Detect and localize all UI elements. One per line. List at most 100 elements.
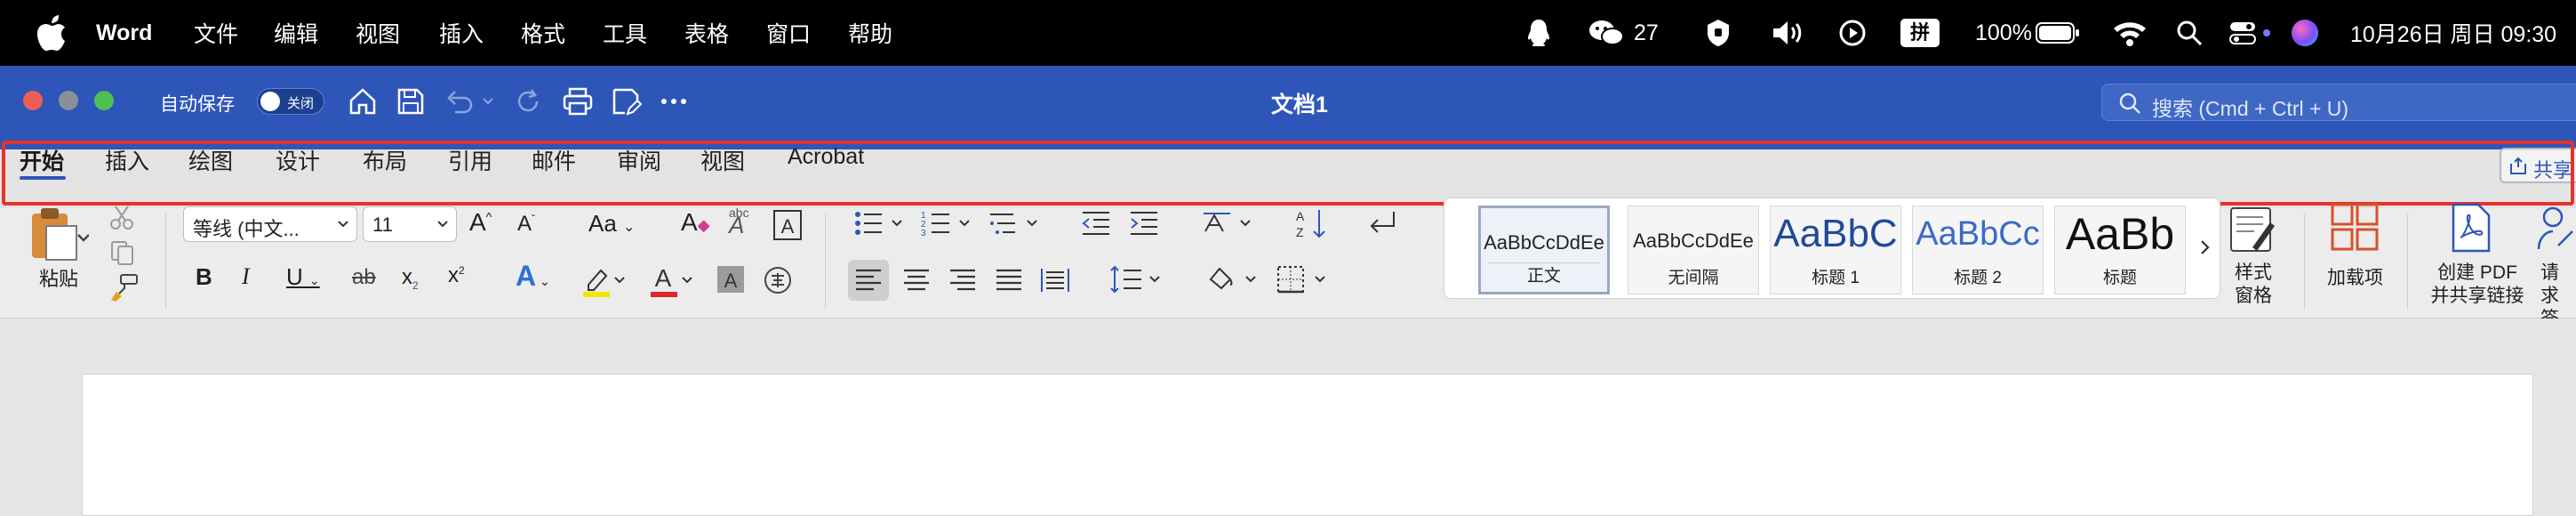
chevron-down-icon: ⌄ xyxy=(623,220,636,235)
chevron-down-icon: ⌄ xyxy=(309,273,320,287)
request-signature-icon[interactable] xyxy=(2535,201,2576,254)
strikethrough-button[interactable]: ab xyxy=(352,265,376,290)
home-icon[interactable] xyxy=(347,85,379,117)
distributed-align-icon[interactable] xyxy=(1035,260,1076,301)
addins-icon[interactable] xyxy=(2329,201,2380,254)
menu-help[interactable]: 帮助 xyxy=(848,0,892,66)
wechat-icon[interactable] xyxy=(1588,0,1625,66)
shading-icon[interactable] xyxy=(1205,262,1262,297)
svg-text:A: A xyxy=(1296,209,1305,223)
menu-table[interactable]: 表格 xyxy=(684,0,729,66)
create-pdf-icon[interactable] xyxy=(2446,201,2498,254)
apple-icon[interactable] xyxy=(36,14,68,52)
cut-icon[interactable] xyxy=(108,205,135,231)
change-case-button[interactable]: Aa ⌄ xyxy=(588,210,635,238)
save-icon[interactable] xyxy=(395,85,427,117)
style-no-spacing[interactable]: AaBbCcDdEe 无间隔 xyxy=(1628,206,1759,294)
ribbon-separator xyxy=(2304,214,2305,310)
addins-label: 加载项 xyxy=(2327,268,2383,288)
save-as-icon[interactable] xyxy=(610,85,642,117)
justify-icon[interactable] xyxy=(988,260,1029,301)
show-formatting-marks-icon[interactable] xyxy=(1365,208,1401,238)
font-color-icon[interactable]: A xyxy=(649,263,693,299)
input-method-icon[interactable]: 拼 xyxy=(1900,0,1940,66)
format-painter-icon[interactable] xyxy=(108,272,139,302)
clear-formatting-icon[interactable]: A◆ xyxy=(681,208,710,237)
control-center-icon[interactable] xyxy=(2229,0,2256,66)
text-effects-icon[interactable]: A ⌄ xyxy=(516,260,550,293)
qq-icon[interactable] xyxy=(1525,0,1552,66)
battery-icon[interactable] xyxy=(2036,0,2080,66)
underline-button[interactable]: U ⌄ xyxy=(286,263,320,291)
align-center-icon[interactable] xyxy=(896,260,937,301)
sort-icon[interactable]: AZ xyxy=(1294,206,1328,242)
siri-icon[interactable] xyxy=(2292,0,2318,66)
minimize-window-button[interactable] xyxy=(59,91,78,110)
autosave-toggle[interactable]: 关闭 xyxy=(257,88,324,115)
align-right-icon[interactable] xyxy=(942,260,983,301)
copy-icon[interactable] xyxy=(108,238,137,267)
increase-font-size-icon[interactable]: A^ xyxy=(469,208,492,237)
search-field[interactable]: 搜索 (Cmd + Ctrl + U) xyxy=(2101,84,2576,121)
print-icon[interactable] xyxy=(562,85,594,117)
datetime[interactable]: 10月26日 周日 09:30 xyxy=(2350,0,2556,66)
menu-file[interactable]: 文件 xyxy=(194,0,238,66)
redo-icon[interactable] xyxy=(512,85,544,117)
italic-button[interactable]: I xyxy=(242,263,250,290)
volume-icon[interactable] xyxy=(1771,0,1806,66)
menu-format[interactable]: 格式 xyxy=(521,0,565,66)
paste-icon[interactable] xyxy=(27,206,89,262)
chevron-down-icon: ⌄ xyxy=(536,274,550,288)
borders-icon[interactable] xyxy=(1275,262,1332,297)
increase-indent-icon[interactable] xyxy=(1129,210,1159,237)
highlight-color-icon[interactable] xyxy=(581,263,626,299)
svg-text:A: A xyxy=(724,270,738,292)
text-direction-icon[interactable] xyxy=(1202,208,1259,238)
menu-tools[interactable]: 工具 xyxy=(603,0,647,66)
style-title[interactable]: AaBb 标题 xyxy=(2054,206,2186,294)
font-size-value: 11 xyxy=(372,214,393,236)
style-heading-2[interactable]: AaBbCc 标题 2 xyxy=(1912,206,2044,294)
menu-bar: Word 文件 编辑 视图 插入 格式 工具 表格 窗口 帮助 27 拼 100… xyxy=(0,0,2576,66)
menu-app-word[interactable]: Word xyxy=(96,0,152,66)
align-left-button[interactable] xyxy=(848,260,889,301)
character-shading-icon[interactable]: A xyxy=(716,265,745,294)
style-normal[interactable]: AaBbCcDdEe 正文 xyxy=(1478,206,1610,294)
undo-dropdown-chevron-icon[interactable] xyxy=(480,85,496,117)
more-options-icon[interactable] xyxy=(658,85,690,117)
font-name-dropdown[interactable]: 等线 (中文... xyxy=(183,206,357,242)
style-heading-1[interactable]: AaBbC 标题 1 xyxy=(1770,206,1901,294)
play-icon[interactable] xyxy=(1838,0,1867,66)
phonetic-guide-icon[interactable]: abc A xyxy=(729,206,749,237)
menu-view[interactable]: 视图 xyxy=(356,0,400,66)
styles-next-chevron-icon[interactable] xyxy=(2196,234,2214,261)
shield-icon[interactable] xyxy=(1705,0,1732,66)
close-window-button[interactable] xyxy=(23,91,43,110)
chevron-down-icon xyxy=(338,221,348,228)
decrease-indent-icon[interactable] xyxy=(1081,210,1111,237)
autosave-state: 关闭 xyxy=(287,96,315,111)
menu-window[interactable]: 窗口 xyxy=(766,0,811,66)
styles-pane-icon[interactable] xyxy=(2226,203,2279,256)
line-spacing-icon[interactable] xyxy=(1109,262,1166,297)
undo-icon[interactable] xyxy=(443,85,475,117)
decrease-font-size-icon[interactable]: Aˇ xyxy=(517,212,535,237)
multilevel-list-icon[interactable] xyxy=(988,208,1042,238)
menu-edit[interactable]: 编辑 xyxy=(274,0,318,66)
zoom-window-button[interactable] xyxy=(94,91,114,110)
document-page[interactable] xyxy=(82,374,2533,516)
numbering-icon[interactable]: 123 xyxy=(921,208,974,238)
superscript-button[interactable]: x2 xyxy=(448,263,465,288)
menu-insert[interactable]: 插入 xyxy=(439,0,484,66)
enclose-characters-icon[interactable] xyxy=(763,265,793,295)
subscript-button[interactable]: x2 xyxy=(402,265,419,292)
create-pdf-label: 创建 PDF 并共享链接 xyxy=(2430,262,2524,306)
font-size-dropdown[interactable]: 11 xyxy=(363,206,457,242)
styles-gallery: AaBbCcDdEe 正文 AaBbCcDdEe 无间隔 AaBbC 标题 1 … xyxy=(1444,198,2220,299)
align-left-icon xyxy=(856,269,881,291)
character-border-icon[interactable]: A xyxy=(773,210,802,240)
bold-button[interactable]: B xyxy=(196,263,212,291)
spotlight-search-icon[interactable] xyxy=(2176,0,2203,66)
wifi-icon[interactable] xyxy=(2112,0,2148,66)
bullets-icon[interactable] xyxy=(853,208,907,238)
